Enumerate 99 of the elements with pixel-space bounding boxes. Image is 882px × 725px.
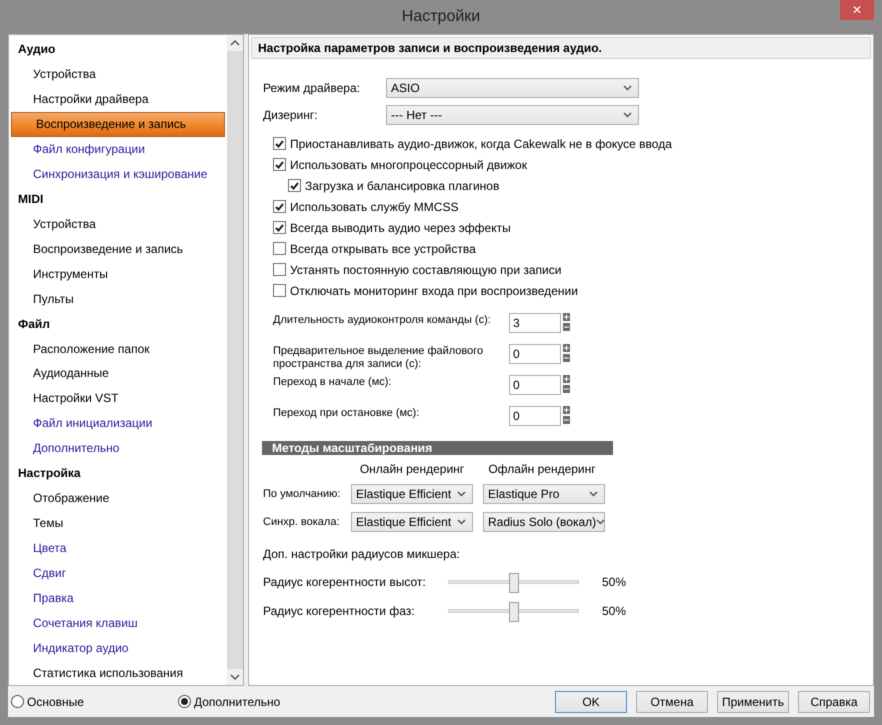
field-label: Предварительное выделение файлового пространства для записи (с):: [273, 344, 484, 371]
dialog-button[interactable]: OK: [555, 690, 627, 712]
sidebar-item[interactable]: Индикатор аудио: [9, 635, 227, 660]
dialog-button[interactable]: Отмена: [636, 690, 708, 712]
checkbox-label: Устанять постоянную составляющую при записи: [290, 262, 562, 278]
number-field[interactable]: 0: [509, 406, 561, 426]
chevron-down-icon: [623, 85, 632, 91]
mixer-label: Доп. настройки радиусов микшера:: [263, 546, 461, 563]
dropdown[interactable]: Elastique Efficient: [351, 512, 473, 532]
spin-buttons-icon[interactable]: [563, 313, 570, 331]
dropdown[interactable]: --- Нет ---: [386, 105, 639, 125]
slider-value: 50%: [602, 603, 626, 620]
spin-buttons-icon[interactable]: [563, 375, 570, 393]
dropdown[interactable]: Radius Solo (вокал): [483, 512, 605, 532]
slider-thumb[interactable]: [508, 573, 518, 593]
sidebar-item[interactable]: Правка: [9, 585, 227, 610]
sidebar-item[interactable]: Дополнительно: [9, 436, 227, 461]
sidebar-item[interactable]: Настройки VST: [9, 386, 227, 411]
sidebar-item[interactable]: Цвета: [9, 535, 227, 560]
window-title: Настройки: [402, 7, 480, 27]
number-field[interactable]: 0: [509, 344, 561, 364]
sidebar-group[interactable]: Настройка: [9, 460, 227, 486]
sidebar-item[interactable]: Сочетания клавиш: [9, 610, 227, 636]
close-button[interactable]: ✕: [840, 0, 874, 20]
field-label: Режим драйвера:: [263, 80, 361, 97]
panel-header: Настройка параметров записи и воспроизведения аудио.: [251, 37, 871, 59]
chevron-down-icon: [457, 519, 466, 525]
check-icon: [275, 224, 284, 232]
checkbox-label: Приостанавливать аудио-движок, когда Cakewalk не в фокусе ввода: [290, 136, 672, 152]
sidebar-item[interactable]: Статистика использования: [9, 660, 227, 685]
checkbox[interactable]: [273, 263, 286, 276]
sidebar-item[interactable]: Отображение: [9, 486, 227, 511]
column-header: Офлайн рендеринг: [487, 461, 597, 478]
checkbox-label: Использовать многопроцессорный движок: [290, 156, 527, 174]
sidebar-item[interactable]: Воспроизведение и запись: [11, 112, 225, 137]
checkbox[interactable]: [273, 284, 286, 297]
checkbox[interactable]: [273, 158, 286, 171]
dropdown[interactable]: Elastique Efficient: [351, 484, 473, 504]
sidebar-item[interactable]: Аудиоданные: [9, 360, 227, 386]
checkbox-label: Загрузка и балансировка плагинов: [305, 178, 500, 194]
sidebar-group[interactable]: MIDI: [9, 186, 227, 212]
sidebar-item[interactable]: Синхронизация и кэширование: [9, 162, 227, 187]
dialog-button[interactable]: Справка: [798, 690, 870, 712]
radio-button[interactable]: [178, 695, 191, 708]
dropdown[interactable]: Elastique Pro: [483, 484, 605, 504]
sidebar-item[interactable]: Файл инициализации: [9, 410, 227, 436]
checkbox[interactable]: [273, 221, 286, 234]
sidebar-item[interactable]: Темы: [9, 510, 227, 536]
number-field[interactable]: 3: [509, 313, 561, 333]
sidebar-item[interactable]: Устройства: [9, 62, 227, 87]
slider-thumb[interactable]: [508, 602, 518, 622]
section-header: Методы масштабирования: [262, 441, 613, 455]
chevron-down-icon: [589, 491, 598, 497]
slider-label: Радиус когерентности высот:: [263, 574, 427, 591]
sidebar-item[interactable]: Воспроизведение и запись: [9, 236, 227, 262]
sidebar-item[interactable]: Расположение папок: [9, 336, 227, 361]
check-icon: [275, 202, 284, 210]
checkbox[interactable]: [273, 242, 286, 255]
chevron-down-icon: [623, 112, 632, 118]
checkbox-label: Отключать мониторинг входа при воспроизведении: [290, 282, 578, 300]
sidebar-item[interactable]: Устройства: [9, 211, 227, 236]
number-field[interactable]: 0: [509, 375, 561, 395]
checkbox[interactable]: [273, 137, 286, 150]
scrollbar[interactable]: [227, 35, 243, 685]
radio-button[interactable]: [11, 695, 24, 708]
field-label: По умолчанию:: [263, 486, 341, 502]
radio-label: Основные: [27, 694, 84, 710]
field-label: Синхр. вокала:: [263, 514, 340, 530]
checkbox-label: Использовать службу MMCSS: [290, 198, 458, 216]
check-icon: [275, 140, 284, 148]
field-label: Переход в начале (мс):: [273, 375, 392, 389]
spin-buttons-icon[interactable]: [563, 344, 570, 362]
field-label: Длительность аудиоконтроля команды (с):: [273, 313, 492, 327]
sidebar-item[interactable]: Файл конфигурации: [9, 136, 227, 162]
check-icon: [275, 160, 284, 168]
field-label: Переход при остановке (мс):: [273, 406, 420, 420]
spin-buttons-icon[interactable]: [563, 406, 570, 424]
check-icon: [290, 182, 299, 190]
checkbox[interactable]: [273, 200, 286, 213]
sidebar-item[interactable]: Настройки драйвера: [9, 86, 227, 112]
column-header: Онлайн рендеринг: [358, 461, 466, 478]
field-label: Дизеринг:: [263, 107, 319, 124]
scroll-up-icon[interactable]: [227, 35, 243, 51]
sidebar-group[interactable]: Аудио: [9, 37, 227, 62]
chevron-down-icon: [596, 519, 606, 525]
slider-label: Радиус когерентности фаз:: [263, 603, 416, 620]
dialog-button[interactable]: Применить: [717, 690, 789, 712]
sidebar-group[interactable]: Файл: [9, 311, 227, 336]
slider-value: 50%: [602, 574, 626, 591]
radio-label: Дополнительно: [194, 694, 280, 710]
dropdown[interactable]: ASIO: [386, 78, 639, 98]
checkbox-label: Всегда открывать все устройства: [290, 240, 476, 258]
sidebar-item[interactable]: Инструменты: [9, 261, 227, 286]
scroll-down-icon[interactable]: [227, 669, 243, 685]
checkbox-label: Всегда выводить аудио через эффекты: [290, 220, 511, 236]
sidebar-item[interactable]: Пульты: [9, 286, 227, 312]
checkbox[interactable]: [288, 179, 301, 192]
chevron-down-icon: [457, 491, 466, 497]
sidebar-item[interactable]: Сдвиг: [9, 560, 227, 586]
